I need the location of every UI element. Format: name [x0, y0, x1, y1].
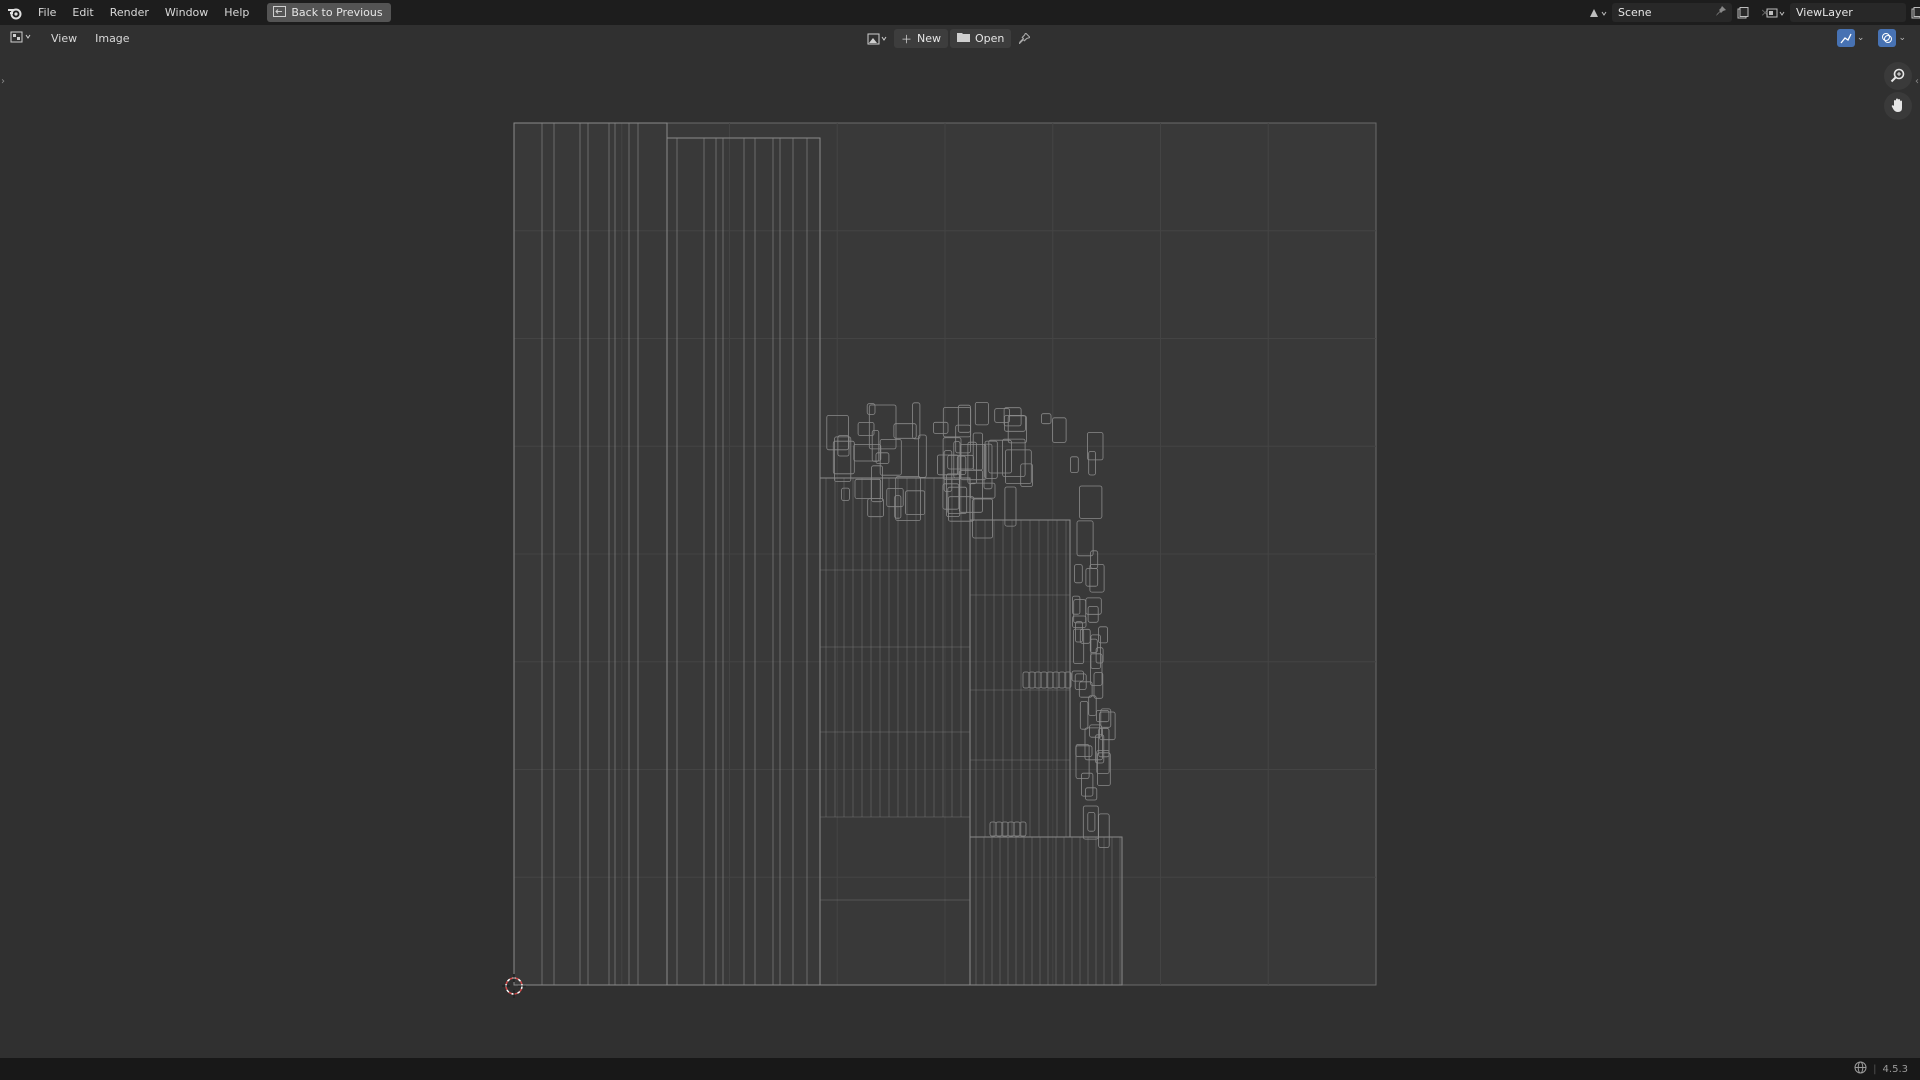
chevron-down-icon: ⌄ — [1856, 33, 1865, 43]
menu-file[interactable]: File — [30, 0, 64, 25]
menu-render[interactable]: Render — [102, 0, 157, 25]
scene-name-field[interactable]: Scene — [1612, 3, 1732, 22]
version-label: 4.5.3 — [1882, 1063, 1908, 1075]
pin-image-icon[interactable] — [1013, 29, 1035, 48]
back-to-previous-label: Back to Previous — [291, 6, 383, 19]
header-right-tools: ⌄ ⌄ — [1836, 29, 1906, 47]
menu-view[interactable]: View — [42, 32, 86, 45]
editor-type-button[interactable] — [10, 29, 42, 49]
new-image-label: New — [917, 32, 941, 45]
folder-icon — [957, 32, 970, 45]
menu-image[interactable]: Image — [86, 32, 138, 45]
globe-icon — [1854, 1061, 1867, 1077]
back-to-previous-icon — [273, 5, 287, 20]
plus-icon: ＋ — [901, 32, 912, 46]
scene-icon[interactable] — [1584, 3, 1612, 22]
2d-cursor-icon[interactable] — [502, 974, 526, 998]
snap-icon — [1836, 29, 1855, 47]
menu-window[interactable]: Window — [157, 0, 216, 25]
blender-logo-icon[interactable] — [0, 0, 30, 25]
editor-header: View Image ＋ New Open ⌄ ⌄ — [0, 25, 1920, 52]
back-to-previous-button[interactable]: Back to Previous — [267, 3, 391, 22]
chevron-down-icon: ⌄ — [1898, 33, 1906, 43]
status-bar: | 4.5.3 — [0, 1058, 1920, 1080]
menu-help[interactable]: Help — [216, 0, 257, 25]
uv-editor-canvas[interactable] — [0, 52, 1920, 1058]
uv-layer — [513, 122, 1377, 986]
image-browse-icon[interactable] — [864, 29, 892, 48]
uv-snap-toggle[interactable]: ⌄ — [1836, 29, 1865, 47]
overlay-icon — [1878, 29, 1897, 47]
scene-name: Scene — [1618, 6, 1652, 19]
open-image-label: Open — [975, 32, 1005, 45]
scene-selector: Scene × — [1584, 3, 1776, 22]
overlay-toggle[interactable]: ⌄ — [1878, 29, 1906, 47]
view-layer-selector: ViewLayer × — [1762, 3, 1920, 22]
new-scene-icon[interactable] — [1732, 3, 1754, 22]
view-layer-icon[interactable] — [1762, 3, 1790, 22]
open-image-button[interactable]: Open — [950, 29, 1012, 48]
pin-icon[interactable] — [1716, 6, 1726, 19]
view-layer-name-field[interactable]: ViewLayer — [1790, 3, 1906, 22]
menu-edit[interactable]: Edit — [64, 0, 101, 25]
top-bar: File Edit Render Window Help Back to Pre… — [0, 0, 1920, 25]
image-tools: ＋ New Open — [864, 29, 1035, 48]
uv-editor-icon — [10, 31, 34, 46]
view-layer-name: ViewLayer — [1796, 6, 1853, 19]
new-view-layer-icon[interactable] — [1906, 3, 1920, 22]
status-separator: | — [1873, 1063, 1877, 1075]
new-image-button[interactable]: ＋ New — [894, 29, 948, 48]
